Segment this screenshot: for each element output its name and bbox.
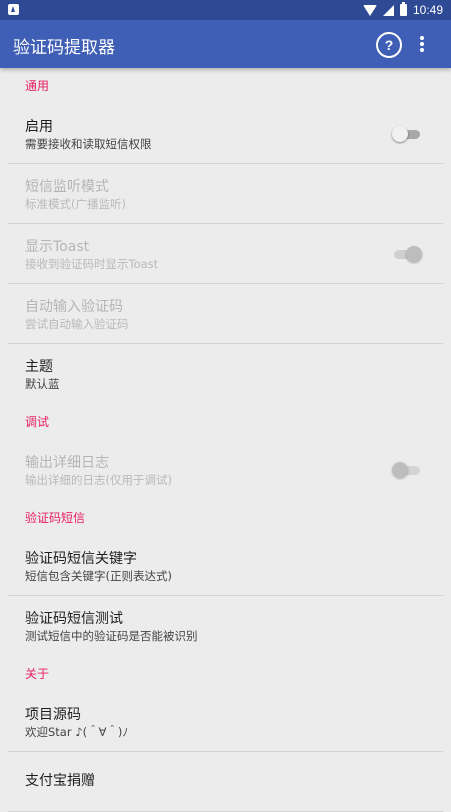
pref-title: 验证码短信测试 [25,611,123,627]
pref-verbose-log: 输出详细日志 输出详细的日志(仅用于调试) [0,440,451,500]
category-general: 通用 [25,79,50,93]
pref-sms-test[interactable]: 验证码短信测试 测试短信中的验证码是否能被识别 [0,596,451,656]
pref-summary: 测试短信中的验证码是否能被识别 [25,629,198,643]
pref-summary: 标准模式(广播监听) [25,197,126,211]
pref-summary: 接收到验证码时显示Toast [25,257,159,271]
pref-summary: 输出详细的日志(仅用于调试) [25,473,172,487]
battery-icon [399,2,407,16]
category-sms: 验证码短信 [25,511,86,525]
category-about: 关于 [25,667,50,681]
signal-icon [382,4,394,16]
pref-title: 短信监听模式 [25,179,109,195]
app-title: 验证码提取器 [13,38,115,58]
help-button[interactable]: ? [376,32,402,58]
pref-title: 输出详细日志 [25,455,109,471]
settings-list: 通用 启用 需要接收和读取短信权限 短信监听模式 标准模式(广播监听) 显示To… [0,68,451,812]
pref-title: 自动输入验证码 [25,299,123,315]
pref-summary: 需要接收和读取短信权限 [25,137,152,151]
status-time: 10:49 [412,3,443,17]
pref-title: 启用 [25,119,53,135]
pref-summary: 尝试自动输入验证码 [25,317,129,331]
wifi-icon [362,4,377,16]
app-bar: 验证码提取器 ? [0,20,451,68]
pref-title: 项目源码 [25,707,81,723]
pref-title: 支付宝捐赠 [25,773,95,789]
pref-source-code[interactable]: 项目源码 欢迎Star ♪(＾∀＾)ﾉ [0,692,451,752]
more-options-icon[interactable] [412,34,432,54]
pref-auto-input: 自动输入验证码 尝试自动输入验证码 [0,284,451,344]
category-debug: 调试 [25,415,50,429]
status-icons: 10:49 [362,2,443,18]
show-toast-switch [394,246,422,262]
notification-icon [8,4,19,15]
pref-title: 验证码短信关键字 [25,551,137,567]
pref-alipay-donate[interactable]: 支付宝捐赠 [0,752,451,812]
pref-theme[interactable]: 主题 默认蓝 [0,344,451,404]
pref-summary: 默认蓝 [25,377,60,391]
pref-sms-listen-mode: 短信监听模式 标准模式(广播监听) [0,164,451,224]
pref-summary: 欢迎Star ♪(＾∀＾)ﾉ [25,725,129,739]
enable-switch[interactable] [392,126,420,142]
pref-title: 显示Toast [25,239,90,255]
pref-show-toast: 显示Toast 接收到验证码时显示Toast [0,224,451,284]
status-bar: 10:49 [0,0,451,20]
pref-title: 主题 [25,359,53,375]
pref-enable[interactable]: 启用 需要接收和读取短信权限 [0,104,451,164]
verbose-log-switch [392,462,420,478]
pref-sms-keyword[interactable]: 验证码短信关键字 短信包含关键字(正则表达式) [0,536,451,596]
pref-summary: 短信包含关键字(正则表达式) [25,569,172,583]
